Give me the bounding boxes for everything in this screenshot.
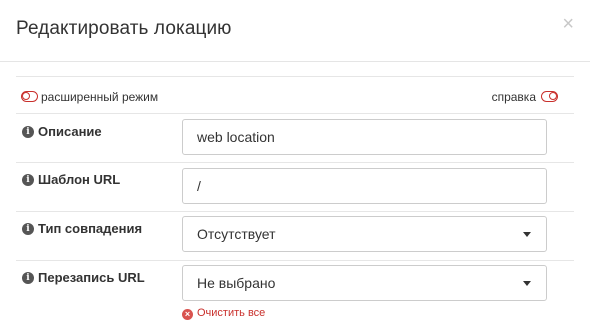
match-type-selected: Отсутствует <box>197 226 276 242</box>
description-input[interactable]: web location <box>182 119 547 155</box>
clear-all-link[interactable]: × Очистить все <box>182 307 265 320</box>
clear-all-label: Очистить все <box>197 307 266 319</box>
clear-icon: × <box>182 309 193 320</box>
description-label: Описание <box>38 124 102 139</box>
url-rewrite-row: i Перезапись URL Не выбрано × Очистить вс… <box>16 261 574 325</box>
info-icon[interactable]: i <box>22 272 34 284</box>
match-type-label: Тип совпадения <box>38 221 143 236</box>
info-icon[interactable]: i <box>22 126 34 138</box>
url-pattern-input[interactable]: / <box>182 168 547 204</box>
url-rewrite-select[interactable]: Не выбрано <box>182 265 547 301</box>
match-type-select[interactable]: Отсутствует <box>182 216 547 252</box>
url-rewrite-label: Перезапись URL <box>38 270 145 285</box>
info-icon[interactable]: i <box>22 174 34 186</box>
form-table: расширенный режим справка i Описание web… <box>16 76 574 325</box>
chevron-down-icon <box>523 232 531 237</box>
advanced-mode-toggle-icon[interactable] <box>21 91 38 102</box>
url-pattern-label: Шаблон URL <box>38 172 121 187</box>
info-icon[interactable]: i <box>22 223 34 235</box>
url-rewrite-selected: Не выбрано <box>197 275 276 291</box>
chevron-down-icon <box>523 281 531 286</box>
help-toggle-icon[interactable] <box>541 91 558 102</box>
url-pattern-row: i Шаблон URL / <box>16 163 574 212</box>
help-label[interactable]: справка <box>492 90 536 104</box>
dialog-header: Редактировать локацию × <box>0 0 590 62</box>
dialog-title: Редактировать локацию <box>16 18 232 39</box>
close-icon[interactable]: × <box>562 14 574 34</box>
form-toolbar: расширенный режим справка <box>16 77 574 114</box>
description-row: i Описание web location <box>16 114 574 163</box>
advanced-mode-label[interactable]: расширенный режим <box>41 90 158 104</box>
match-type-row: i Тип совпадения Отсутствует <box>16 212 574 261</box>
